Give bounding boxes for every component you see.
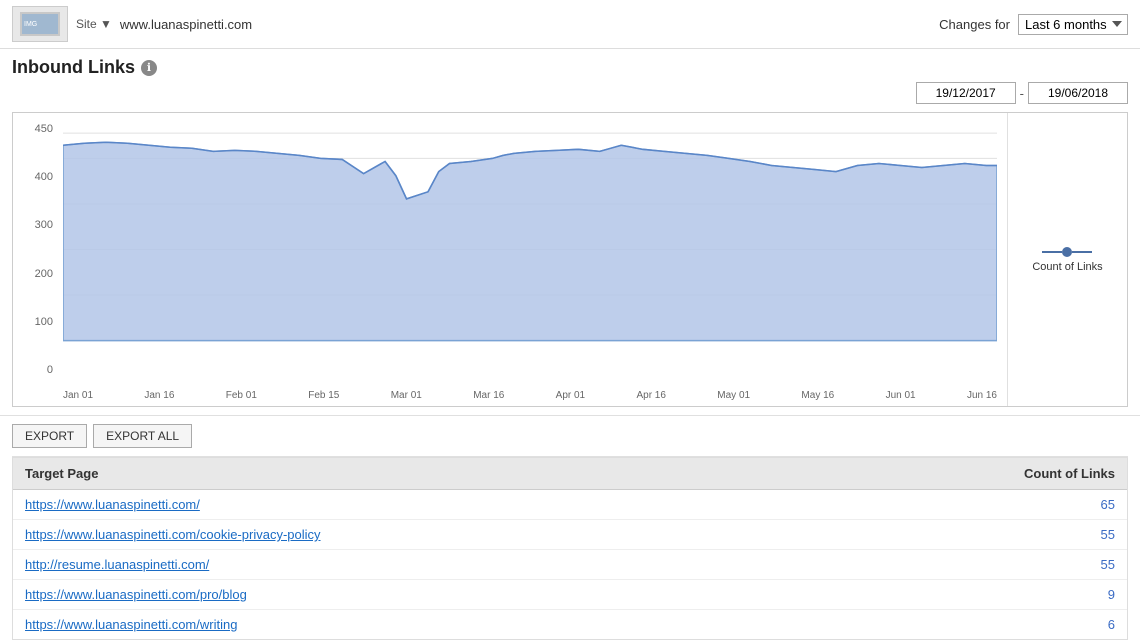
x-label-may16: May 16 (801, 390, 834, 401)
date-range-bar: - (0, 82, 1140, 112)
legend-dash-right (1072, 251, 1092, 253)
x-label-jan01: Jan 01 (63, 390, 93, 401)
y-label-300: 300 (35, 219, 53, 231)
cell-page-3: http://resume.luanaspinetti.com/ (25, 557, 995, 572)
legend-label: Count of Links (1032, 261, 1102, 273)
cell-count-5: 6 (995, 617, 1115, 632)
link-3[interactable]: http://resume.luanaspinetti.com/ (25, 557, 209, 572)
site-logo: IMG (12, 6, 68, 42)
y-label-0: 0 (47, 364, 53, 376)
start-date-input[interactable] (916, 82, 1016, 104)
svg-text:IMG: IMG (24, 21, 37, 28)
end-date-input[interactable] (1028, 82, 1128, 104)
export-all-button[interactable]: EXPORT ALL (93, 424, 192, 448)
x-label-may01: May 01 (717, 390, 750, 401)
x-label-jun16: Jun 16 (967, 390, 997, 401)
legend-item-links: Count of Links (1032, 247, 1102, 273)
page-header: Inbound Links ℹ (0, 49, 1140, 82)
x-label-feb15: Feb 15 (308, 390, 339, 401)
link-2[interactable]: https://www.luanaspinetti.com/cookie-pri… (25, 527, 321, 542)
x-label-mar16: Mar 16 (473, 390, 504, 401)
chart-legend: Count of Links (1007, 113, 1127, 406)
changes-control: Changes for Last 6 months Last 3 months … (939, 14, 1128, 35)
changes-select[interactable]: Last 6 months Last 3 months Last month L… (1018, 14, 1128, 35)
export-bar: EXPORT EXPORT ALL (0, 415, 1140, 456)
table-row: https://www.luanaspinetti.com/writing 6 (13, 610, 1127, 639)
table-section: Target Page Count of Links https://www.l… (12, 457, 1128, 640)
cell-count-3: 55 (995, 557, 1115, 572)
x-axis-labels: Jan 01 Jan 16 Feb 01 Feb 15 Mar 01 Mar 1… (63, 390, 997, 401)
col-header-page: Target Page (25, 466, 995, 481)
table-row: https://www.luanaspinetti.com/pro/blog 9 (13, 580, 1127, 610)
legend-dot (1062, 247, 1072, 257)
col-header-count: Count of Links (995, 466, 1115, 481)
chart-area: 450 400 300 200 100 0 Jan 01 Jan 16 Fe (12, 112, 1128, 407)
table-row: https://www.luanaspinetti.com/ 65 (13, 490, 1127, 520)
legend-line (1042, 247, 1092, 257)
cell-page-2: https://www.luanaspinetti.com/cookie-pri… (25, 527, 995, 542)
x-label-jan16: Jan 16 (144, 390, 174, 401)
table-row: https://www.luanaspinetti.com/cookie-pri… (13, 520, 1127, 550)
x-label-jun01: Jun 01 (886, 390, 916, 401)
x-label-apr16: Apr 16 (636, 390, 665, 401)
legend-dash-left (1042, 251, 1062, 253)
changes-label: Changes for (939, 17, 1010, 32)
page-title: Inbound Links (12, 57, 135, 78)
x-label-mar01: Mar 01 (391, 390, 422, 401)
site-dropdown[interactable]: Site ▼ (76, 17, 112, 31)
export-button[interactable]: EXPORT (12, 424, 87, 448)
x-label-feb01: Feb 01 (226, 390, 257, 401)
y-label-450: 450 (35, 123, 53, 135)
link-5[interactable]: https://www.luanaspinetti.com/writing (25, 617, 237, 632)
cell-page-1: https://www.luanaspinetti.com/ (25, 497, 995, 512)
cell-page-5: https://www.luanaspinetti.com/writing (25, 617, 995, 632)
table-row: http://resume.luanaspinetti.com/ 55 (13, 550, 1127, 580)
site-label: Site ▼ (76, 17, 112, 31)
site-info: IMG Site ▼ www.luanaspinetti.com (12, 6, 252, 42)
cell-count-2: 55 (995, 527, 1115, 542)
y-label-400: 400 (35, 171, 53, 183)
chart-main: 450 400 300 200 100 0 Jan 01 Jan 16 Fe (13, 113, 1007, 406)
x-label-apr01: Apr 01 (556, 390, 585, 401)
link-1[interactable]: https://www.luanaspinetti.com/ (25, 497, 200, 512)
y-label-100: 100 (35, 316, 53, 328)
chart-svg (63, 123, 997, 376)
cell-count-1: 65 (995, 497, 1115, 512)
y-axis-labels: 450 400 300 200 100 0 (13, 123, 58, 376)
info-icon[interactable]: ℹ (141, 60, 157, 76)
date-separator: - (1020, 86, 1024, 101)
y-label-200: 200 (35, 268, 53, 280)
site-url: www.luanaspinetti.com (120, 17, 252, 32)
top-bar: IMG Site ▼ www.luanaspinetti.com Changes… (0, 0, 1140, 49)
table-header: Target Page Count of Links (13, 458, 1127, 490)
